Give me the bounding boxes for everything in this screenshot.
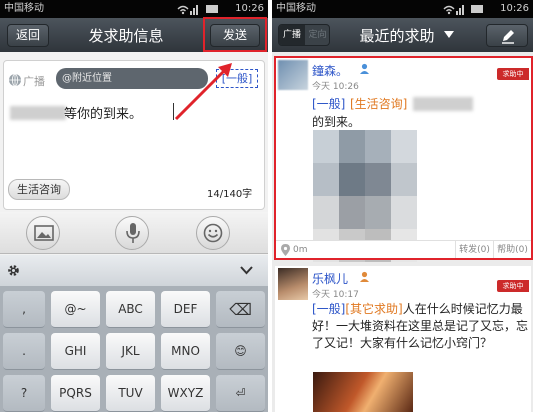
status-bar: 中国移动 10:26 (272, 0, 533, 18)
key-tuv[interactable]: TUV (106, 375, 155, 412)
image-button[interactable] (26, 216, 60, 250)
keyboard: , @~ ABC DEF ⌫ . GHI JKL MNO 😊 ? PQRS TU… (0, 255, 268, 412)
status-bar: 中国移动 10:26 (0, 0, 268, 18)
pencil-icon (502, 30, 514, 44)
key-def[interactable]: DEF (161, 291, 210, 328)
key-ghi[interactable]: GHI (51, 333, 100, 370)
post-type: [一般] (312, 302, 346, 316)
key-at-symbols[interactable]: @~ (51, 291, 100, 328)
key-jkl[interactable]: JKL (106, 333, 155, 370)
microphone-icon (126, 223, 140, 243)
message-text[interactable]: 等你的到来。 (64, 103, 142, 122)
key-wxyz[interactable]: WXYZ (161, 375, 210, 412)
post-category[interactable]: [其它求助] (345, 302, 402, 316)
feed-tab-group: 广播 定向 (278, 24, 330, 46)
collapse-keyboard-icon[interactable] (240, 266, 253, 275)
post-username[interactable]: 乐枫儿 (312, 270, 348, 287)
key-mno[interactable]: MNO (161, 333, 210, 370)
broadcast-label[interactable]: 广播 (23, 73, 45, 89)
post-time: 今天 10:17 (312, 290, 359, 300)
post-body: [一般][其它求助]人在什么时候记忆力最好！一大堆资料在这里总是记了又忘，忘了又… (312, 301, 528, 352)
image-icon (34, 225, 54, 241)
key-abc[interactable]: ABC (106, 291, 155, 328)
tool-row (0, 212, 268, 254)
carrier-label: 中国移动 (4, 3, 44, 14)
header-bar: 广播 定向 最近的求助 (272, 18, 533, 52)
wifi-signal-icon (177, 5, 198, 15)
clock: 10:26 (235, 3, 264, 14)
key-emoji[interactable]: 😊 (216, 333, 265, 370)
page-title[interactable]: 最近的求助 (350, 25, 444, 46)
tab-broadcast[interactable]: 广播 (279, 25, 305, 45)
compose-button[interactable] (486, 24, 528, 47)
page-title: 发求助信息 (88, 27, 164, 45)
key-period[interactable]: . (3, 333, 45, 370)
key-backspace[interactable]: ⌫ (216, 291, 265, 328)
post-card[interactable]: 乐枫儿 今天 10:17 求助中 [一般][其它求助]人在什么时候记忆力最好！一… (275, 266, 531, 412)
char-counter: 14/140字 (207, 189, 253, 200)
redacted-text (10, 106, 66, 120)
clock: 10:26 (500, 3, 529, 14)
emoji-button[interactable] (196, 216, 230, 250)
location-label: @附近位置 (62, 73, 112, 84)
wifi-signal-icon (443, 5, 464, 15)
battery-icon (471, 5, 483, 13)
avatar[interactable] (278, 268, 308, 300)
globe-icon (9, 73, 21, 87)
carrier-label: 中国移动 (276, 3, 316, 14)
user-icon (360, 271, 369, 282)
settings-gear-icon[interactable] (6, 263, 21, 278)
key-pqrs[interactable]: PQRS (51, 375, 100, 412)
keyboard-top-bar (0, 255, 268, 286)
category-chip[interactable]: 生活咨询 (8, 179, 70, 200)
status-badge: 求助中 (497, 280, 529, 292)
tab-followed[interactable]: 定向 (305, 25, 329, 45)
key-comma[interactable]: , (3, 291, 45, 328)
annotation-arrow (174, 63, 232, 121)
key-question[interactable]: ? (3, 375, 45, 412)
post-highlight-box (274, 56, 533, 260)
send-highlight-box (203, 17, 267, 52)
back-button[interactable]: 返回 (7, 24, 49, 47)
right-screen: 中国移动 10:26 广播 定向 最近的求助 鐘森。 今天 10:26 求助中 … (272, 0, 533, 412)
voice-button[interactable] (115, 216, 149, 250)
smiley-icon (203, 223, 223, 243)
key-enter[interactable]: ⏎ (216, 375, 265, 412)
post-image[interactable] (313, 372, 413, 412)
left-screen: 中国移动 10:26 返回 发求助信息 发送 广播 @附近位置 [一般] 等你的… (0, 0, 268, 412)
dropdown-triangle-icon[interactable] (444, 31, 454, 39)
battery-icon (206, 5, 218, 13)
